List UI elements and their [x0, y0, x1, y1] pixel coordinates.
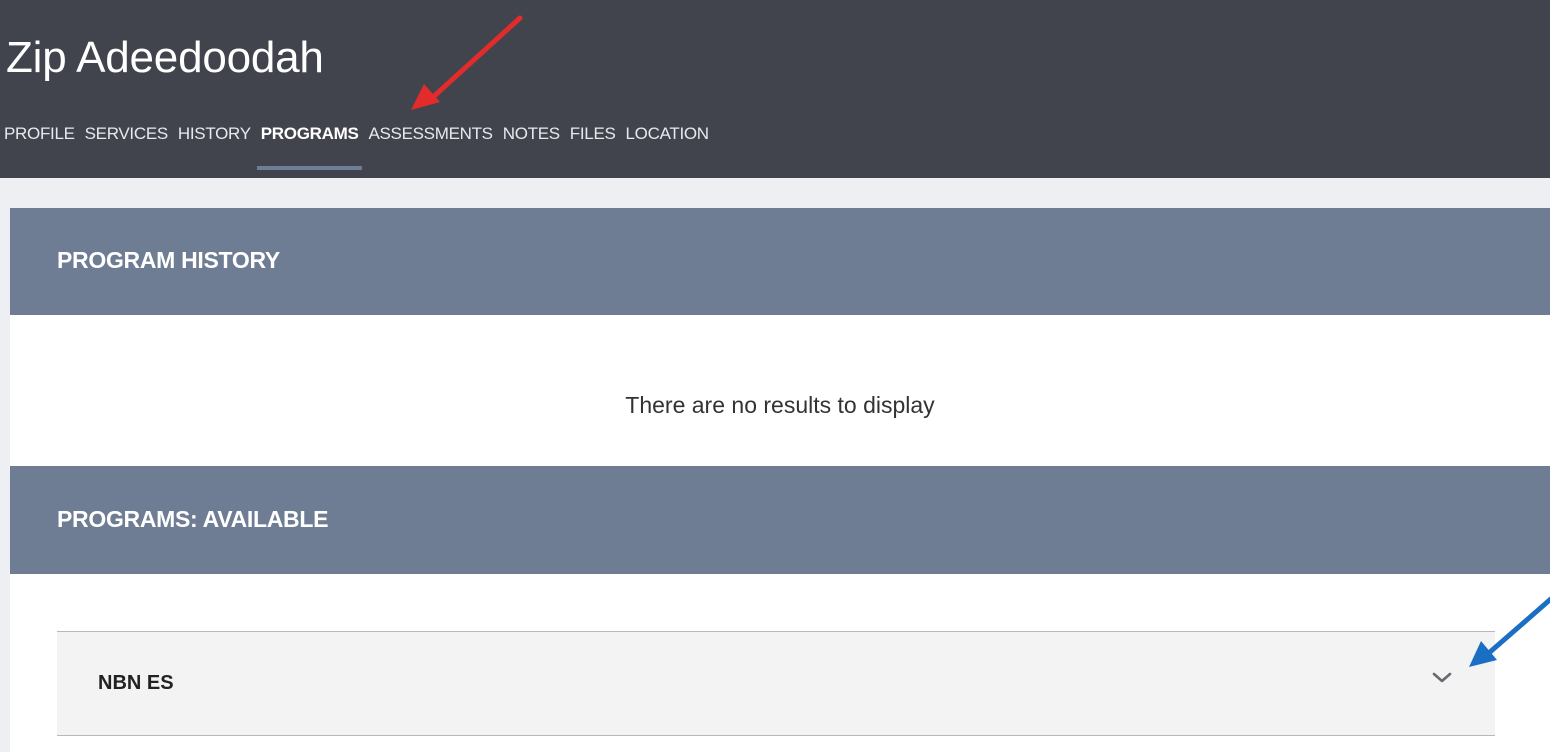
tab-assessments[interactable]: ASSESSMENTS — [368, 118, 493, 178]
tab-profile[interactable]: PROFILE — [4, 118, 75, 178]
program-accordion-label: NBN ES — [98, 672, 174, 694]
tab-location[interactable]: LOCATION — [626, 118, 710, 178]
chevron-down-icon[interactable] — [1429, 668, 1455, 688]
program-history-header: PROGRAM HISTORY — [10, 208, 1550, 315]
tab-programs[interactable]: PROGRAMS — [256, 118, 363, 178]
program-accordion-nbn-es[interactable]: NBN ES — [57, 631, 1495, 736]
programs-available-body: NBN ES — [10, 574, 1550, 752]
tab-files[interactable]: FILES — [570, 118, 616, 178]
programs-available-title: PROGRAMS: AVAILABLE — [57, 506, 329, 532]
tab-services[interactable]: SERVICES — [85, 118, 169, 178]
tab-notes[interactable]: NOTES — [503, 118, 560, 178]
client-header: Zip Adeedoodah PROFILE SERVICES HISTORY … — [0, 0, 1550, 178]
programs-available-header: PROGRAMS: AVAILABLE — [10, 466, 1550, 574]
program-history-title: PROGRAM HISTORY — [57, 247, 280, 273]
client-name-title: Zip Adeedoodah — [6, 33, 324, 82]
client-tabs: PROFILE SERVICES HISTORY PROGRAMS ASSESS… — [4, 118, 719, 178]
empty-results-message: There are no results to display — [625, 392, 935, 418]
program-history-body: There are no results to display — [10, 315, 1550, 466]
tab-history[interactable]: HISTORY — [178, 118, 251, 178]
